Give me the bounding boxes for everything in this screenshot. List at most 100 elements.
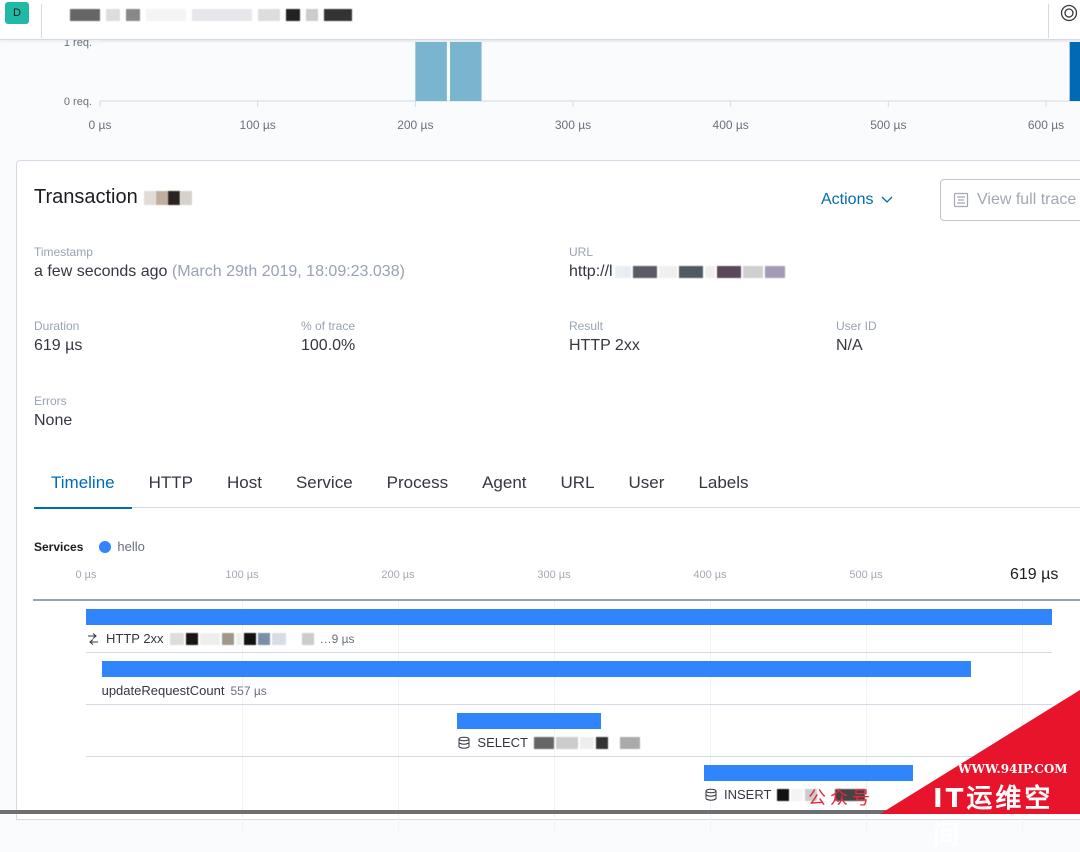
- histogram-bar: [415, 42, 447, 101]
- database-icon: [705, 788, 717, 801]
- span-duration: …9 µs: [319, 631, 355, 646]
- redacted-text: [106, 9, 120, 21]
- field-label: User ID: [836, 319, 877, 333]
- span-name: updateRequestCount: [101, 683, 225, 698]
- field-value: a few seconds ago (March 29th 2019, 18:0…: [34, 263, 405, 281]
- tab-service[interactable]: Service: [279, 461, 370, 508]
- redacted-text: [146, 9, 186, 21]
- field-value: None: [34, 412, 73, 429]
- redacted-text: [192, 9, 252, 21]
- span-bar[interactable]: [86, 609, 1052, 625]
- actions-dropdown-button[interactable]: Actions: [821, 191, 893, 209]
- span-bar[interactable]: [101, 661, 971, 677]
- x-tick-label: 100 µs: [240, 118, 276, 132]
- span-duration: 557 µs: [230, 683, 267, 698]
- field-value: HTTP 2xx: [569, 337, 640, 354]
- timestamp-relative: a few seconds ago: [34, 263, 168, 280]
- detail-tabs: Timeline HTTP Host Service Process Agent…: [34, 461, 1080, 509]
- timestamp-field: Timestamp a few seconds ago (March 29th …: [34, 245, 405, 281]
- http-arrows-icon: [88, 632, 98, 645]
- redacted-text: [70, 9, 100, 21]
- redacted-text: [324, 9, 352, 21]
- span-row[interactable]: HTTP 2xx …9 µs: [86, 601, 1052, 653]
- redacted-text: [614, 266, 631, 278]
- errors-field: Errors None: [34, 394, 72, 430]
- user-id-field: User ID N/A: [836, 319, 877, 355]
- redacted-text: [286, 9, 300, 21]
- axis-tick: 500 µs: [849, 569, 883, 581]
- x-tick-label: 300 µs: [555, 118, 591, 132]
- axis-tick: 0 µs: [75, 569, 97, 581]
- watermark-red-text: 公众号: [808, 788, 874, 809]
- span-label: HTTP 2xx …9 µs: [86, 631, 354, 646]
- span-name: SELECT: [477, 735, 528, 750]
- redacted-text: [169, 632, 314, 645]
- field-label: Timestamp: [34, 245, 93, 259]
- result-field: Result HTTP 2xx: [569, 319, 640, 355]
- redacted-text: [658, 266, 677, 278]
- field-label: Duration: [34, 319, 80, 333]
- axis-tick: 300 µs: [537, 569, 571, 581]
- service-name: hello: [117, 539, 145, 554]
- services-label: Services: [34, 539, 84, 554]
- chevron-down-icon: [882, 196, 893, 203]
- y-tick-label: 0 req.: [64, 96, 92, 108]
- x-tick-label: 600 µs: [1028, 118, 1064, 132]
- service-color-dot: [99, 540, 112, 553]
- redacted-text: [742, 266, 763, 278]
- field-label: URL: [569, 245, 594, 259]
- percent-of-trace-field: % of trace 100.0%: [301, 319, 355, 355]
- duration-field: Duration 619 µs: [34, 319, 82, 355]
- timeline-total-duration: 619 µs: [1010, 566, 1059, 583]
- document-icon: [953, 192, 969, 208]
- services-legend: Services hello: [34, 539, 145, 554]
- redacted-text: [632, 266, 657, 278]
- redacted-text: [143, 190, 192, 205]
- tab-http[interactable]: HTTP: [132, 461, 210, 508]
- redacted-text: [306, 9, 318, 21]
- tab-user[interactable]: User: [612, 461, 682, 508]
- timeline-axis: 0 µs 100 µs 200 µs 300 µs 400 µs 500 µs …: [0, 566, 1080, 599]
- tab-timeline[interactable]: Timeline: [34, 461, 132, 509]
- redacted-text: [258, 9, 280, 21]
- y-tick-label: 1 req.: [64, 40, 92, 49]
- tab-url[interactable]: URL: [544, 461, 612, 508]
- field-value: N/A: [836, 337, 863, 354]
- redacted-text: [716, 266, 741, 278]
- redacted-text: [126, 9, 140, 21]
- field-value: 100.0%: [301, 337, 356, 354]
- redacted-text: [764, 266, 785, 278]
- span-name: INSERT: [723, 787, 772, 802]
- title-text: Transaction: [34, 186, 138, 208]
- field-label: Result: [569, 319, 604, 333]
- x-tick-label: 200 µs: [397, 118, 433, 132]
- x-tick-label: 500 µs: [870, 118, 906, 132]
- tab-host[interactable]: Host: [210, 461, 279, 508]
- timestamp-absolute: (March 29th 2019, 18:09:23.038): [171, 263, 405, 280]
- span-bar[interactable]: [457, 713, 601, 729]
- space-avatar[interactable]: D: [5, 2, 29, 24]
- url-value: http://l: [569, 263, 613, 280]
- histogram-bar: [1069, 42, 1080, 101]
- field-value: 619 µs: [34, 337, 83, 354]
- view-full-trace-button[interactable]: View full trace: [940, 179, 1080, 221]
- url-field: URL http://l: [569, 245, 785, 281]
- axis-tick: 200 µs: [381, 569, 415, 581]
- tab-agent[interactable]: Agent: [465, 461, 543, 508]
- duration-histogram: 0 µs 100 µs 200 µs 300 µs 400 µs 500 µs 600 µs…: [0, 40, 1080, 150]
- span-label: SELECT: [457, 735, 640, 750]
- redacted-text: [533, 736, 640, 749]
- field-label: Errors: [34, 394, 67, 408]
- field-label: % of trace: [301, 319, 356, 333]
- top-nav-bar: D: [0, 0, 1080, 40]
- actions-label: Actions: [821, 191, 874, 208]
- database-icon: [458, 736, 470, 749]
- watermark-url: WWW.94IP.COM: [958, 762, 1068, 776]
- field-value: http://l: [569, 263, 785, 281]
- redacted-text: [704, 266, 715, 278]
- histogram-chart: 0 µs 100 µs 200 µs 300 µs 400 µs 500 µs 600 µs…: [64, 40, 1080, 132]
- tab-process[interactable]: Process: [370, 461, 465, 508]
- lifebuoy-icon[interactable]: [1060, 4, 1078, 22]
- tab-labels[interactable]: Labels: [681, 461, 765, 508]
- divider: [1048, 4, 1049, 38]
